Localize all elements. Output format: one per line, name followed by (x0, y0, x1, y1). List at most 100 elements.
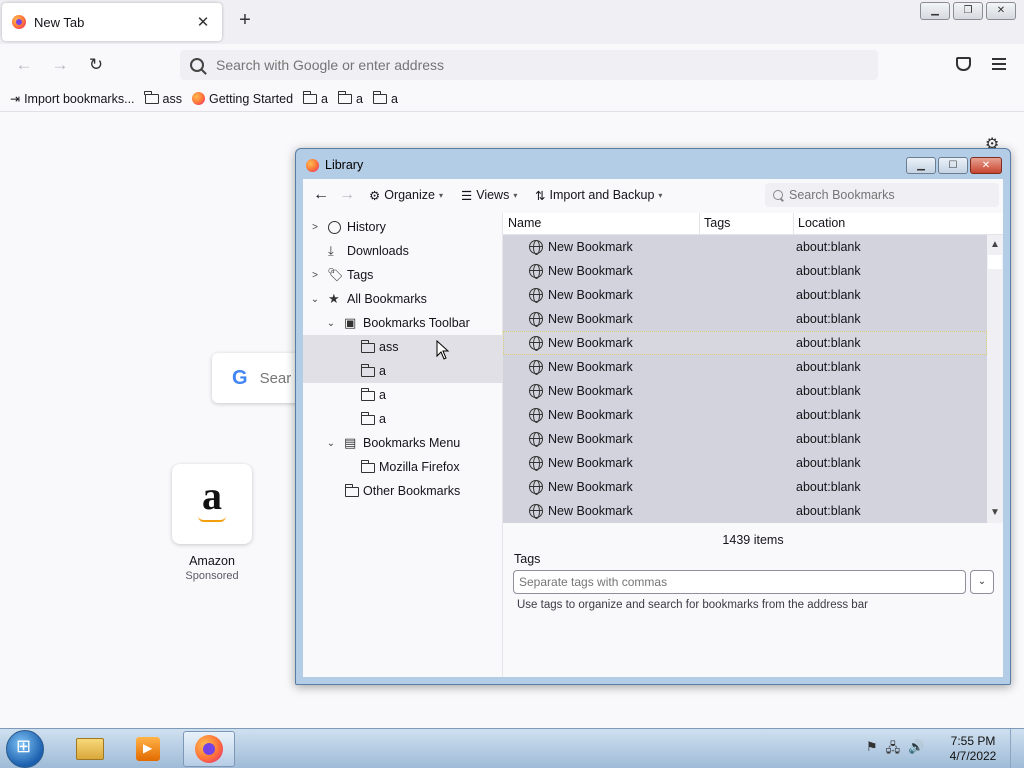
bookmark-folder-a[interactable]: a (337, 90, 363, 106)
list-item[interactable]: New Bookmark about:blank (503, 403, 987, 427)
nav-bar: ← → ↻ (0, 44, 1024, 86)
list-item[interactable]: New Bookmark about:blank (503, 259, 987, 283)
bookmark-folder-a[interactable]: a (372, 90, 398, 106)
list-item[interactable]: New Bookmark about:blank (503, 379, 987, 403)
start-button[interactable] (6, 730, 44, 768)
taskbar: ⚑ 🖧 🔊 7:55 PM 4/7/2022 (0, 728, 1024, 768)
chevron-down-icon[interactable]: ⌄ (309, 294, 321, 305)
library-maximize-button[interactable]: ☐ (938, 157, 968, 174)
taskbar-explorer[interactable] (64, 731, 116, 767)
tags-dropdown-button[interactable]: ⌄ (970, 570, 994, 594)
scroll-up-icon[interactable]: ▲ (987, 237, 1003, 253)
action-center-icon[interactable]: ⚑ (866, 739, 878, 761)
tree-item-label: Other Bookmarks (363, 484, 461, 498)
list-item[interactable]: New Bookmark about:blank (503, 283, 987, 307)
scroll-down-icon[interactable]: ▼ (987, 505, 1003, 521)
bookmark-import[interactable]: ⇥ Import bookmarks... (10, 92, 135, 106)
tree-item-bookmarks-menu[interactable]: ⌄ ▤ Bookmarks Menu (303, 431, 503, 455)
chevron-down-icon[interactable]: ⌄ (325, 318, 337, 329)
chevron-right-icon[interactable]: > (309, 222, 321, 233)
tree-item-label: All Bookmarks (347, 292, 427, 306)
tree-item-folder-a[interactable]: a (303, 407, 503, 431)
url-bar[interactable] (180, 50, 878, 80)
scroll-thumb[interactable] (988, 255, 1002, 269)
list-item[interactable]: New Bookmark about:blank (503, 307, 987, 331)
pocket-icon[interactable] (956, 57, 971, 71)
show-desktop-button[interactable] (1010, 729, 1024, 768)
import-backup-button[interactable]: ⇅ Import and Backup ▾ (535, 185, 662, 205)
search-bookmarks-input[interactable] (789, 188, 989, 202)
globe-icon (529, 384, 543, 399)
bookmark-location: about:blank (796, 504, 861, 518)
top-site-tile-amazon[interactable]: a (172, 464, 252, 544)
url-input[interactable] (216, 57, 816, 73)
bookmark-location: about:blank (796, 432, 861, 446)
minimize-button[interactable]: ▁ (920, 2, 950, 20)
list-item[interactable]: New Bookmark about:blank (503, 451, 987, 475)
back-arrow-icon[interactable]: ← (12, 54, 36, 76)
column-separator[interactable] (699, 213, 700, 235)
column-separator[interactable] (793, 213, 794, 235)
close-button[interactable]: ✕ (986, 2, 1016, 20)
column-header-location[interactable]: Location (798, 216, 845, 230)
bookmark-folder-ass[interactable]: ass (144, 90, 182, 106)
taskbar-firefox[interactable] (183, 731, 235, 767)
bookmark-name: New Bookmark (548, 408, 633, 422)
tree-item-bookmarks-toolbar[interactable]: ⌄ ▣ Bookmarks Toolbar (303, 311, 503, 335)
tags-input[interactable] (513, 570, 966, 594)
bookmark-folder-a[interactable]: a (302, 90, 328, 106)
tree-item-folder-a[interactable]: a (303, 359, 503, 383)
forward-arrow-icon[interactable]: → (339, 185, 355, 205)
new-tab-button[interactable]: + (234, 10, 256, 32)
vertical-scrollbar[interactable]: ▲ ▼ (987, 235, 1003, 523)
volume-icon[interactable]: 🔊 (908, 739, 924, 761)
tree-item-history[interactable]: > History (303, 215, 503, 239)
column-header-tags[interactable]: Tags (704, 216, 730, 230)
list-item[interactable]: New Bookmark about:blank (503, 499, 987, 523)
list-item[interactable]: New Bookmark about:blank (503, 331, 987, 355)
library-close-button[interactable]: ✕ (970, 157, 1002, 174)
list-item[interactable]: New Bookmark about:blank (503, 235, 987, 259)
tab-new-tab[interactable]: New Tab ✕ (2, 3, 222, 41)
tree-item-tags[interactable]: > 🏷 Tags (303, 263, 503, 287)
taskbar-media-player[interactable] (122, 731, 174, 767)
bookmark-label: a (321, 91, 328, 106)
chevron-down-icon[interactable]: ⌄ (325, 438, 337, 449)
folder-icon (360, 412, 375, 425)
views-label: Views (476, 188, 510, 202)
tree-item-folder-a[interactable]: a (303, 383, 503, 407)
back-arrow-icon[interactable]: ← (313, 185, 329, 205)
organize-button[interactable]: ⚙ Organize ▾ (369, 185, 443, 205)
taskbar-clock[interactable]: 7:55 PM 4/7/2022 (942, 734, 1004, 764)
restore-button[interactable]: ❐ (953, 2, 983, 20)
menu-icon[interactable] (992, 58, 1006, 73)
forward-arrow-icon[interactable]: → (48, 54, 72, 76)
tree-item-folder-ass[interactable]: ass (303, 335, 503, 359)
bookmark-getting-started[interactable]: Getting Started (191, 92, 293, 106)
bookmark-name: New Bookmark (548, 504, 633, 518)
tree-item-downloads[interactable]: ⤓ Downloads (303, 239, 503, 263)
bookmark-location: about:blank (796, 312, 861, 326)
tree-item-other-bookmarks[interactable]: Other Bookmarks (303, 479, 503, 503)
tree-item-all-bookmarks[interactable]: ⌄ ★ All Bookmarks (303, 287, 503, 311)
list-item[interactable]: New Bookmark about:blank (503, 427, 987, 451)
library-toolbar: ← → ⚙ Organize ▾ ☰ Views ▾ ⇅ Import and … (303, 179, 1003, 211)
chevron-right-icon[interactable]: > (309, 270, 321, 281)
tree-item-mozilla-firefox[interactable]: Mozilla Firefox (303, 455, 503, 479)
amazon-smile (198, 516, 226, 522)
column-header-name[interactable]: Name (508, 216, 541, 230)
globe-icon (529, 456, 543, 471)
bookmark-location: about:blank (796, 240, 861, 254)
library-minimize-button[interactable]: ▁ (906, 157, 936, 174)
bookmark-name: New Bookmark (548, 480, 633, 494)
network-icon[interactable]: 🖧 (886, 739, 901, 761)
search-bookmarks-box[interactable] (765, 183, 999, 207)
tab-close-icon[interactable]: ✕ (194, 13, 212, 31)
list-item[interactable]: New Bookmark about:blank (503, 355, 987, 379)
star-icon: ★ (328, 291, 340, 306)
bookmark-location: about:blank (796, 480, 861, 494)
reload-icon[interactable]: ↻ (84, 54, 108, 76)
list-item[interactable]: New Bookmark about:blank (503, 475, 987, 499)
views-button[interactable]: ☰ Views ▾ (461, 185, 517, 205)
bookmark-label: Import bookmarks... (24, 91, 135, 106)
